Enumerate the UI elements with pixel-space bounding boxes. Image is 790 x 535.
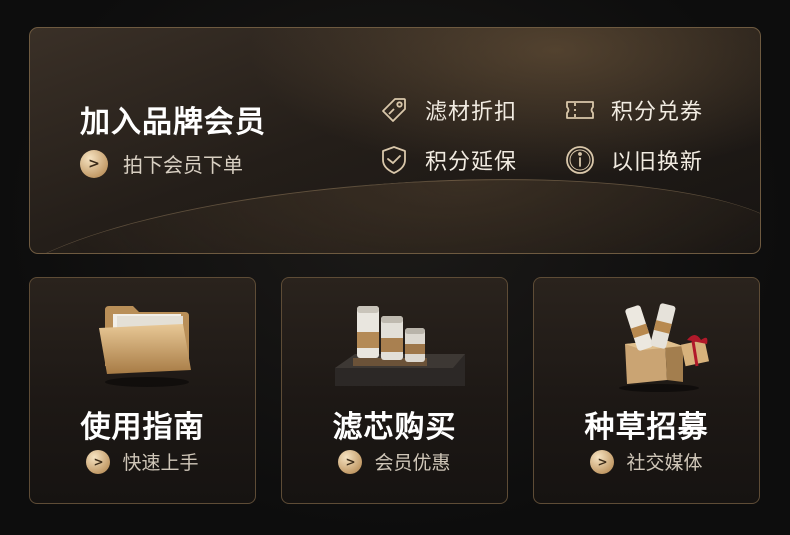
perk-label: 以旧换新 <box>611 150 704 175</box>
chevron-right-icon: > <box>86 449 111 474</box>
perk-label: 滤材折扣 <box>425 100 518 125</box>
tile-recruitment[interactable]: 种草招募 > 社交媒体 <box>533 277 760 504</box>
join-member-link[interactable]: > 拍下会员下单 <box>80 149 243 178</box>
tile-link[interactable]: > 快速上手 <box>30 448 255 475</box>
member-subtitle: 拍下会员下单 <box>123 153 243 177</box>
tile-title: 使用指南 <box>80 410 205 445</box>
tile-user-guide[interactable]: 使用指南 > 快速上手 <box>29 277 256 504</box>
perk-points-warranty[interactable]: 积分延保 <box>377 143 517 177</box>
perk-filter-discount[interactable]: 滤材折扣 <box>377 93 517 127</box>
tag-icon <box>377 93 411 127</box>
tile-subtitle: 快速上手 <box>122 452 199 474</box>
shield-check-icon <box>377 143 411 177</box>
filter-cartridge-icon <box>334 306 465 386</box>
perk-label: 积分延保 <box>425 150 518 175</box>
tile-link[interactable]: > 会员优惠 <box>282 448 507 475</box>
chevron-right-icon: > <box>590 449 615 474</box>
tile-title: 滤芯购买 <box>332 410 457 445</box>
member-banner[interactable]: 加入品牌会员 > 拍下会员下单 滤材折扣 积分兑券 积分延保 以旧换新 <box>29 27 761 254</box>
gift-box-icon <box>618 303 709 392</box>
perk-label: 积分兑券 <box>611 100 704 125</box>
chevron-right-icon: > <box>80 149 108 178</box>
perk-trade-in[interactable]: 以旧换新 <box>563 143 703 177</box>
chevron-right-icon: > <box>338 449 363 474</box>
tile-link[interactable]: > 社交媒体 <box>534 448 759 475</box>
tile-filter-purchase[interactable]: 滤芯购买 > 会员优惠 <box>281 277 508 504</box>
tile-subtitle: 会员优惠 <box>374 452 451 474</box>
tile-title: 种草招募 <box>584 410 709 445</box>
tile-subtitle: 社交媒体 <box>626 452 703 474</box>
info-circle-icon <box>563 143 597 177</box>
member-title: 加入品牌会员 <box>80 105 266 140</box>
ticket-icon <box>563 93 597 127</box>
perk-points-coupon[interactable]: 积分兑券 <box>563 93 703 127</box>
folder-icon <box>98 306 191 387</box>
